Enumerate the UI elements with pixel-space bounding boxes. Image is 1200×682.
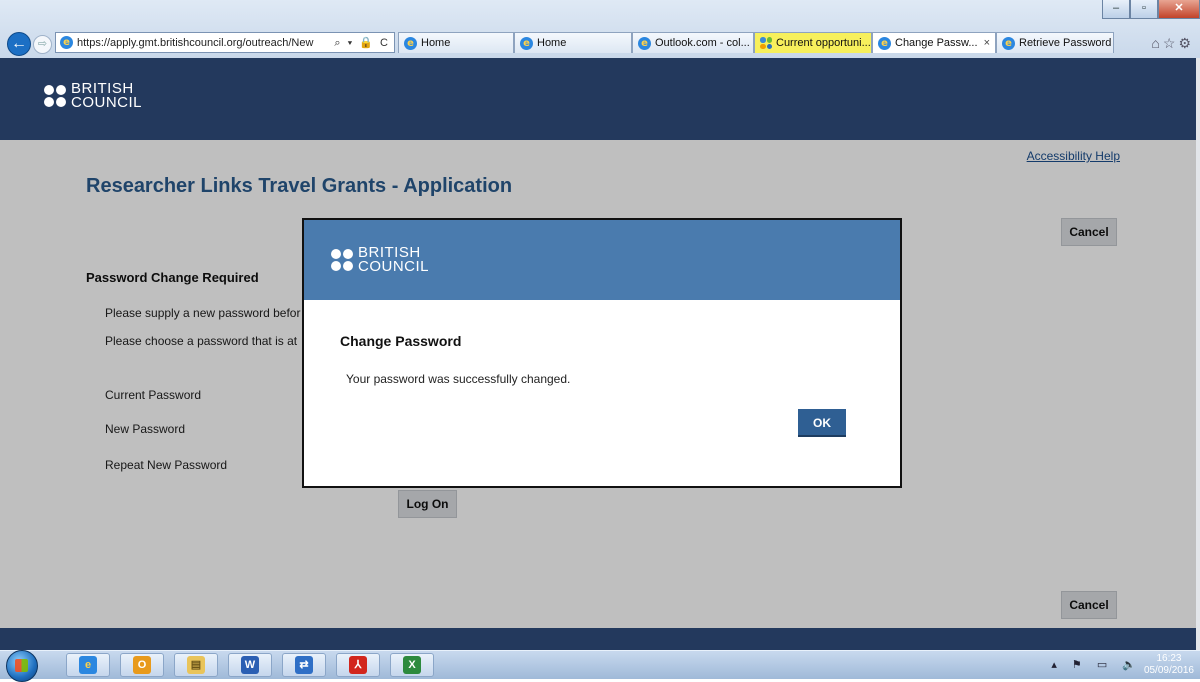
- taskbar-link-app[interactable]: ⇄: [282, 653, 326, 677]
- dialog-header: BRITISH COUNCIL: [304, 220, 900, 300]
- restore-button[interactable]: ▫: [1130, 0, 1158, 19]
- tab-close-icon[interactable]: ×: [984, 37, 990, 49]
- site-footer: [0, 628, 1196, 650]
- change-password-dialog: BRITISH COUNCIL Change Password Your pas…: [302, 218, 902, 488]
- ie-icon: e: [638, 36, 651, 50]
- site-header: BRITISH COUNCIL: [0, 58, 1196, 140]
- window-close-button[interactable]: ✕: [1158, 0, 1200, 19]
- page-scrollbar[interactable]: [1196, 58, 1200, 650]
- dialog-message: Your password was successfully changed.: [346, 372, 571, 386]
- window-controls: – ▫ ✕: [1102, 0, 1200, 19]
- forward-button[interactable]: ⇨: [33, 35, 52, 54]
- taskbar-word[interactable]: W: [228, 653, 272, 677]
- tab-label: Change Passw...: [895, 37, 978, 49]
- link-app-icon: ⇄: [295, 656, 313, 674]
- ie-icon: e: [520, 36, 533, 50]
- taskbar-outlook[interactable]: O: [120, 653, 164, 677]
- windows-taskbar: e O ▤ W ⇄ ⅄ X ▴ ⚑ ▭ 🔈 16:23 05/09/2016: [0, 650, 1200, 682]
- navigation-row: ← ⇨ e https://apply.gmt.britishcouncil.o…: [0, 30, 1200, 58]
- file-explorer-icon: ▤: [187, 656, 205, 674]
- tab-label: Retrieve Password: [1019, 37, 1112, 49]
- ie-icon: e: [1002, 36, 1015, 50]
- address-tools-icons[interactable]: ⌕ ▾ 🔒 C: [334, 36, 390, 50]
- taskbar-acrobat[interactable]: ⅄: [336, 653, 380, 677]
- tab-current-opportunities[interactable]: Current opportuni...: [754, 32, 872, 53]
- system-tray[interactable]: ▴ ⚑ ▭ 🔈: [1051, 658, 1142, 671]
- dialog-title: Change Password: [340, 333, 462, 349]
- tab-retrieve-password[interactable]: e Retrieve Password: [996, 32, 1114, 53]
- clock-date: 05/09/2016: [1143, 665, 1194, 676]
- grid-icon: [760, 37, 772, 49]
- ie-icon: e: [60, 36, 73, 49]
- taskbar-internet-explorer[interactable]: e: [66, 653, 110, 677]
- tab-label: Home: [421, 37, 451, 49]
- logo-line-2: COUNCIL: [358, 258, 430, 275]
- tab-change-password[interactable]: e Change Passw... ×: [872, 32, 996, 53]
- tab-strip: e Home e Home e Outlook.com - col... Cur…: [398, 32, 1114, 53]
- clock[interactable]: 16:23 05/09/2016: [1144, 653, 1194, 677]
- logo-dots-icon: [331, 249, 353, 271]
- browser-chrome: – ▫ ✕ ← ⇨ e https://apply.gmt.britishcou…: [0, 0, 1200, 58]
- tab-home-2[interactable]: e Home: [514, 32, 632, 53]
- taskbar-file-explorer[interactable]: ▤: [174, 653, 218, 677]
- excel-icon: X: [403, 656, 421, 674]
- tab-label: Outlook.com - col...: [655, 37, 750, 49]
- logo-dots-icon: [44, 85, 66, 107]
- ie-icon: e: [404, 36, 417, 50]
- settings-gear-icon[interactable]: ⚙: [1178, 35, 1194, 51]
- ie-icon: e: [878, 36, 891, 50]
- back-button[interactable]: ←: [7, 32, 31, 56]
- british-council-logo: BRITISH COUNCIL: [331, 245, 430, 275]
- word-icon: W: [241, 656, 259, 674]
- taskbar-excel[interactable]: X: [390, 653, 434, 677]
- browser-toolbar-icons: ⌂☆⚙: [1151, 35, 1194, 52]
- clock-time: 16:23: [1156, 653, 1182, 664]
- internet-explorer-icon: e: [79, 656, 97, 674]
- favorites-star-icon[interactable]: ☆: [1163, 35, 1179, 51]
- tab-label: Home: [537, 37, 567, 49]
- minimize-button[interactable]: –: [1102, 0, 1130, 19]
- home-icon[interactable]: ⌂: [1151, 35, 1162, 51]
- tab-outlook[interactable]: e Outlook.com - col...: [632, 32, 754, 53]
- tab-label: Current opportuni...: [776, 37, 871, 49]
- ok-button[interactable]: OK: [798, 409, 846, 437]
- address-url[interactable]: https://apply.gmt.britishcouncil.org/out…: [77, 37, 330, 49]
- logo-line-2: COUNCIL: [71, 94, 143, 111]
- acrobat-icon: ⅄: [349, 656, 367, 674]
- british-council-logo: BRITISH COUNCIL: [44, 81, 143, 111]
- tab-home-1[interactable]: e Home: [398, 32, 514, 53]
- start-button[interactable]: [6, 650, 38, 682]
- outlook-icon: O: [133, 656, 151, 674]
- address-bar[interactable]: e https://apply.gmt.britishcouncil.org/o…: [55, 32, 395, 53]
